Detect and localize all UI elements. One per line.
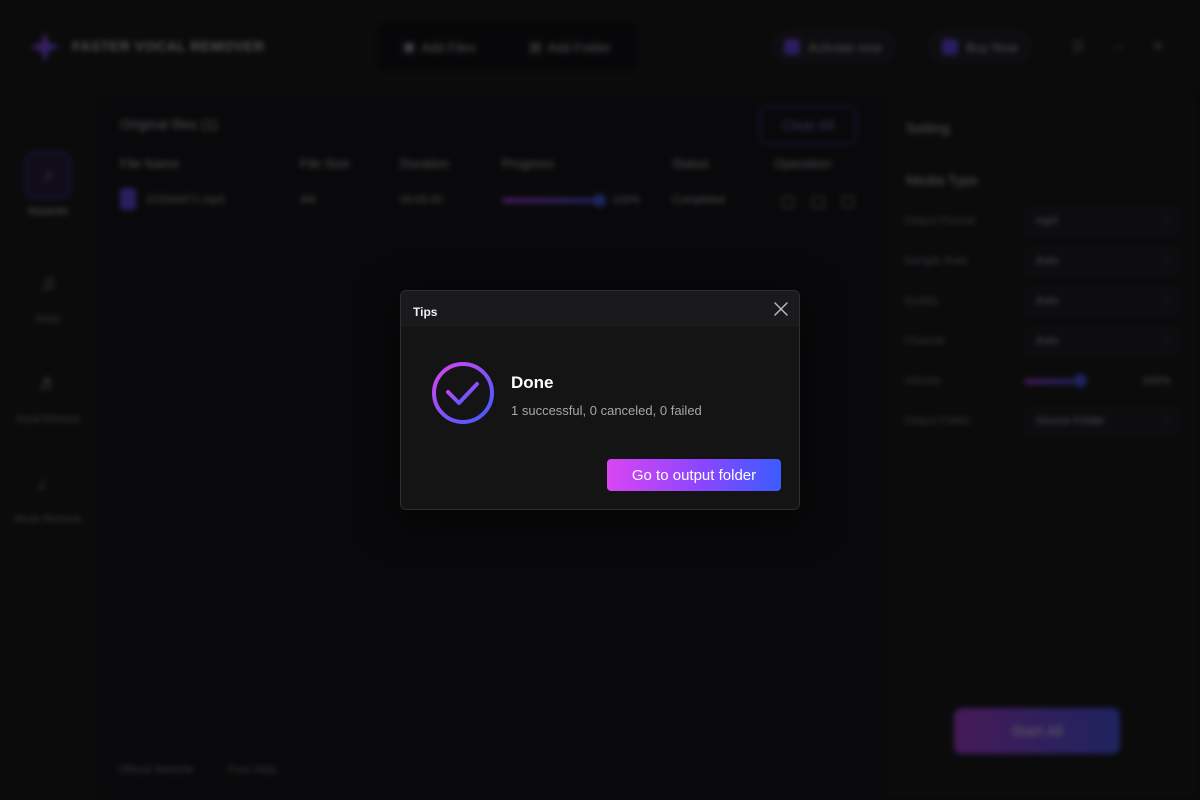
dialog-heading: Done: [511, 373, 554, 392]
success-check-icon: [432, 362, 494, 424]
dialog-header: Tips: [401, 291, 799, 327]
dialog-title: Tips: [413, 305, 438, 319]
go-to-output-folder-button[interactable]: Go to output folder: [607, 459, 781, 491]
close-icon[interactable]: [773, 301, 789, 317]
tips-dialog: Tips Done 1 successful, 0 canceled, 0 fa…: [400, 290, 800, 510]
result-summary: 1 successful, 0 canceled, 0 failed: [511, 403, 702, 418]
